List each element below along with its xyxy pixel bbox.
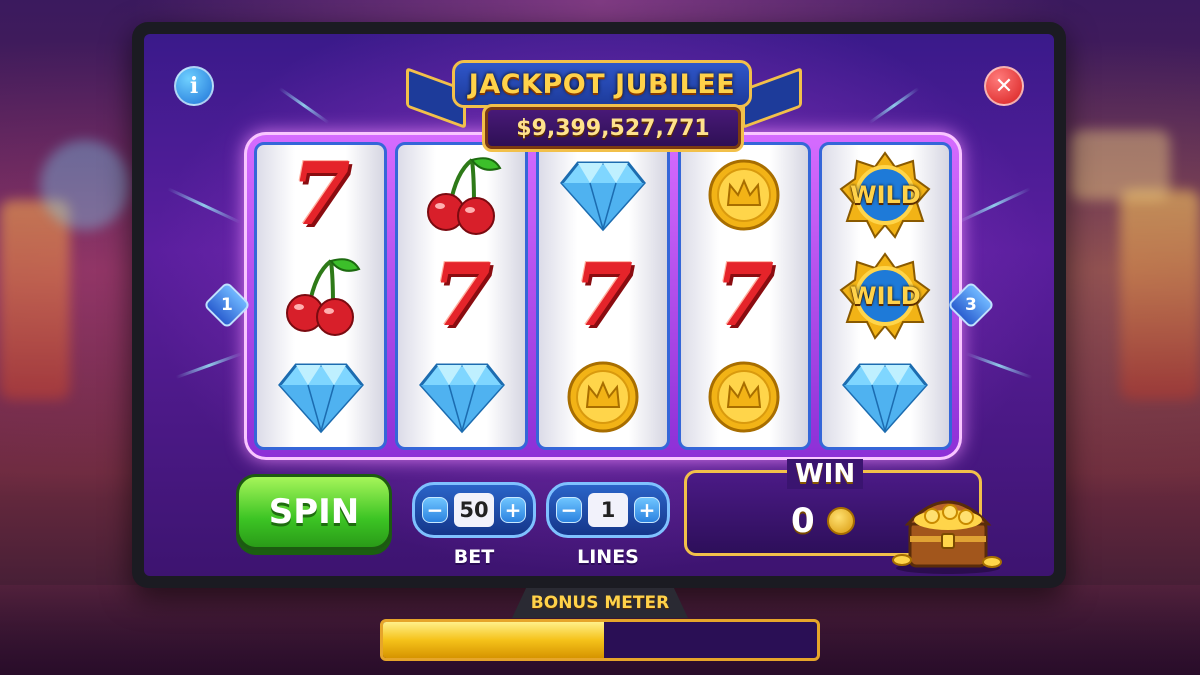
seven-icon: 7 bbox=[271, 147, 371, 243]
light-ray bbox=[868, 87, 920, 124]
bet-decrease-button[interactable]: − bbox=[422, 497, 448, 523]
spin-button[interactable]: SPIN bbox=[236, 474, 392, 550]
wild-icon: WILD bbox=[835, 248, 935, 344]
jackpot-amount: $9,399,527,771 bbox=[516, 115, 710, 141]
bonus-meter-fill bbox=[383, 622, 605, 658]
wild-icon: WILD bbox=[835, 147, 935, 243]
background-slot-machine-left bbox=[0, 200, 70, 400]
reel-4: 7 bbox=[677, 142, 811, 450]
info-icon: i bbox=[189, 73, 199, 99]
lines-label: LINES bbox=[577, 546, 639, 568]
seven-icon: 7 bbox=[553, 248, 653, 344]
info-button[interactable]: i bbox=[174, 66, 214, 106]
close-icon: ✕ bbox=[994, 73, 1014, 99]
wild-label: WILD bbox=[850, 181, 921, 210]
background-slot-machine-right bbox=[1120, 190, 1200, 400]
reels: 7 7 7 7 WILD WILD bbox=[254, 142, 953, 450]
light-ray bbox=[957, 187, 1031, 224]
light-ray bbox=[167, 187, 241, 224]
bonus-meter bbox=[380, 619, 820, 661]
bet-increase-button[interactable]: + bbox=[500, 497, 526, 523]
close-button[interactable]: ✕ bbox=[984, 66, 1024, 106]
bonus-meter-label: BONUS METER bbox=[530, 593, 670, 613]
seven-symbol: 7 bbox=[714, 244, 775, 346]
diamond-icon bbox=[553, 147, 653, 243]
game-title: JACKPOT JUBILEE bbox=[468, 68, 736, 100]
seven-symbol: 7 bbox=[573, 244, 633, 346]
background-light-right bbox=[1070, 130, 1170, 200]
lines-increase-button[interactable]: + bbox=[634, 497, 660, 523]
wild-label: WILD bbox=[850, 281, 921, 310]
coin-icon bbox=[827, 507, 855, 535]
seven-icon: 7 bbox=[694, 248, 794, 344]
diamond-icon bbox=[412, 349, 512, 445]
bonus-meter-label-box: BONUS METER bbox=[512, 588, 688, 618]
reel-3: 7 bbox=[536, 142, 670, 450]
reel-frame: 7 7 7 7 WILD WILD bbox=[244, 132, 962, 460]
cherry-icon bbox=[412, 147, 512, 243]
title-banner: JACKPOT JUBILEE bbox=[452, 60, 752, 108]
spin-label: SPIN bbox=[268, 492, 360, 532]
lines-value: 1 bbox=[588, 493, 628, 527]
coin-icon bbox=[553, 349, 653, 445]
reel-1: 7 bbox=[254, 142, 388, 450]
light-ray bbox=[278, 87, 330, 124]
payline-number: 1 bbox=[221, 295, 233, 315]
lines-stepper: − 1 + bbox=[546, 482, 670, 538]
reel-2: 7 bbox=[395, 142, 529, 450]
seven-icon: 7 bbox=[412, 248, 512, 344]
lines-decrease-button[interactable]: − bbox=[556, 497, 582, 523]
light-ray bbox=[175, 352, 243, 379]
light-ray bbox=[965, 352, 1033, 379]
diamond-icon bbox=[271, 349, 371, 445]
cherry-icon bbox=[271, 248, 371, 344]
treasure-chest-icon bbox=[892, 500, 1002, 574]
background-light-left bbox=[40, 140, 130, 230]
bet-label: BET bbox=[453, 546, 495, 568]
win-label: WIN bbox=[795, 459, 856, 489]
jackpot-display: $9,399,527,771 bbox=[482, 104, 744, 152]
bet-value: 50 bbox=[454, 493, 494, 527]
game-screen: i ✕ JACKPOT JUBILEE $9,399,527,771 7777W… bbox=[144, 34, 1054, 576]
diamond-icon bbox=[835, 349, 935, 445]
bet-stepper: − 50 + bbox=[412, 482, 536, 538]
reel-5: WILD WILD bbox=[818, 142, 953, 450]
monitor: i ✕ JACKPOT JUBILEE $9,399,527,771 7777W… bbox=[132, 22, 1066, 588]
seven-symbol: 7 bbox=[431, 244, 492, 346]
coin-icon bbox=[694, 349, 794, 445]
win-label-box: WIN bbox=[787, 459, 864, 489]
payline-number: 3 bbox=[965, 295, 977, 315]
win-amount: 0 bbox=[791, 501, 815, 541]
coin-icon bbox=[694, 147, 794, 243]
seven-symbol: 7 bbox=[290, 144, 351, 246]
